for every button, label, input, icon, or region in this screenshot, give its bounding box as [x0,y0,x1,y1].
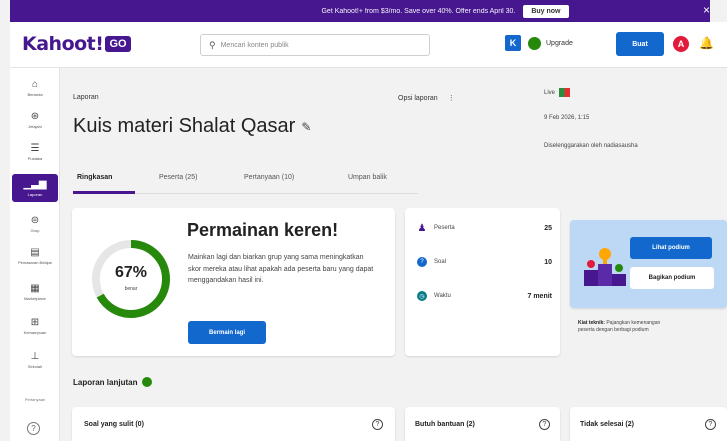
kahoot-plus-badge-icon[interactable]: K [505,35,521,51]
home-icon: ⌂ [31,78,39,90]
tab-participants[interactable]: Peserta (25) [159,174,198,181]
page-title: Kuis materi Shalat Qasar ✎ [73,115,312,137]
sidebar-item-home[interactable]: ⌂ Beranda [12,74,58,102]
more-icon: ⋮ [447,95,455,102]
accuracy-label: benar [124,286,138,292]
upgrade-link[interactable]: Upgrade [546,40,573,47]
grid-icon: ⊞ [30,316,40,328]
person-icon: ♟ [417,222,427,234]
sidebar: ⌂ Beranda ⊛ Jelajahi ☰ Pustaka ▁▃▆ Laporan ⊜… [10,68,60,441]
stat-participants: ♟ Peserta 25 [417,222,552,234]
summary-description: Mainkan lagi dan biarkan grup yang sama … [188,254,374,284]
help-icon[interactable]: ? [372,419,383,430]
close-icon[interactable]: × [703,3,710,17]
difficult-questions-card[interactable]: Soal yang sulit (0) ? [72,407,395,441]
tab-questions[interactable]: Pertanyaan (10) [244,174,294,181]
accuracy-percent: 67% [114,264,148,281]
summary-title: Permainan keren! [187,220,339,240]
chart-icon: ▁▃▆ [23,178,47,190]
info-icon[interactable] [142,377,153,387]
question-icon: ? [417,257,427,267]
sidebar-item-groups[interactable]: ⊜ Grup [12,210,58,238]
buy-now-button[interactable]: Buy now [523,4,569,18]
clock-icon: ◷ [417,291,427,301]
kahoot-logo[interactable]: Kahoot! GO [22,33,131,55]
search-icon: ⚲ [209,39,216,50]
search-placeholder: Mencari konten publik [220,41,289,49]
sidebar-item-school[interactable]: ⊥ Sekolah [12,346,58,374]
promo-banner: Get Kahoot!+ from $3/mo. Save over 40%. … [10,0,710,22]
upgrade-icon [528,36,541,50]
sidebar-item-courses[interactable]: ▤ Pemasaran Belajar [12,242,58,270]
sidebar-item-explore[interactable]: ⊛ Jelajahi [12,106,58,134]
report-date: 9 Feb 2026, 1:15 [544,115,590,121]
groups-icon: ⊜ [30,214,40,226]
compass-icon: ⊛ [30,110,40,122]
play-again-button[interactable]: Bermain lagi [188,321,266,344]
help-icon[interactable]: ? [27,422,40,435]
active-tab-indicator [73,191,135,194]
top-bar: Kahoot! GO ⚲ Mencari konten publik K Upg… [10,22,727,68]
bell-icon[interactable]: 🔔 [699,36,714,50]
sidebar-item-library[interactable]: ☰ Pustaka [12,138,58,166]
sidebar-item-marketplace[interactable]: ▦ Marketplace [12,278,58,306]
share-podium-button[interactable]: Bagikan podium [630,267,714,289]
live-label: Live [544,89,556,96]
sidebar-bottom-label: Pertanyaan [24,397,46,402]
create-button[interactable]: Buat [616,32,664,56]
sidebar-item-reports[interactable]: ▁▃▆ Laporan [12,174,58,202]
help-icon[interactable]: ? [705,419,716,430]
stat-time: ◷ Waktu 7 menit [417,291,552,301]
host-info: Diselenggarakan oleh nadiasausha [544,143,638,149]
marketplace-icon: ▦ [30,282,40,294]
need-help-card[interactable]: Butuh bantuan (2) ? [405,407,560,441]
courses-icon: ▤ [30,246,40,258]
stat-questions: ? Soal 10 [417,257,552,267]
school-icon: ⊥ [30,350,40,362]
report-tabs: Ringkasan Peserta (25) Pertanyaan (10) U… [73,168,418,194]
breadcrumb[interactable]: Laporan [73,94,99,101]
library-icon: ☰ [30,142,40,154]
edit-icon[interactable]: ✎ [301,120,311,134]
stats-card: ♟ Peserta 25 ? Soal 10 ◷ Waktu 7 menit [405,208,560,356]
podium-card: Lihat podium Bagikan podium [570,220,727,308]
report-options-button[interactable]: Opsi laporan ⋮ [398,94,455,102]
tab-feedback[interactable]: Umpan balik [348,174,387,181]
promo-text: Get Kahoot!+ from $3/mo. Save over 40%. … [321,7,516,15]
search-input[interactable]: ⚲ Mencari konten publik [200,34,430,56]
advanced-report-heading: Laporan lanjutan [73,377,153,387]
avatar[interactable]: A [673,36,689,52]
view-podium-button[interactable]: Lihat podium [630,237,712,259]
podium-tip: Kiat teknik: Pajangkan kemenangan pesert… [578,320,661,333]
not-finished-card[interactable]: Tidak selesai (2) ? [570,407,727,441]
help-icon[interactable]: ? [539,419,550,430]
flag-icon [559,88,571,97]
tab-summary[interactable]: Ringkasan [77,174,112,181]
summary-card: 67% benar Permainan keren! Mainkan lagi … [72,208,395,356]
report-meta: Live 9 Feb 2026, 1:15 Diselenggarakan ol… [544,88,638,149]
sidebar-item-skills[interactable]: ⊞ Kemampuan [12,312,58,340]
